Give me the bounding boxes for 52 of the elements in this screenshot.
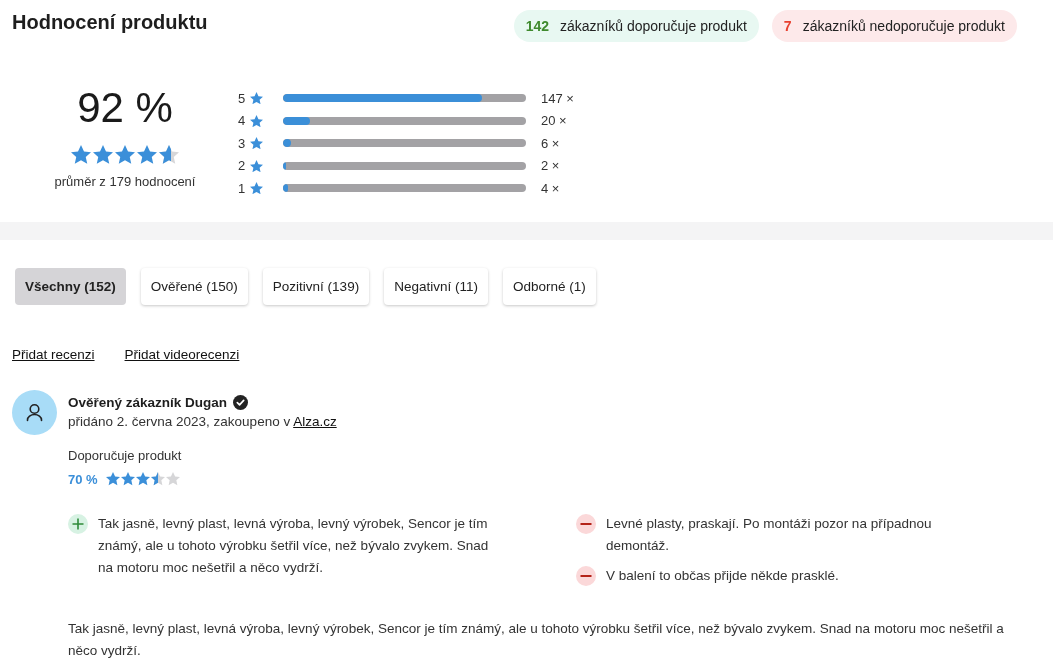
star-icon [250,159,263,172]
star-icon [250,137,263,150]
star-count-label: 2 [238,158,247,174]
pro-text: Tak jasně, levný plast, levná výroba, levný výrobek, Sencor je tím známý, ale u tohoto výrobku šetřil více, než bývalo zvykem. Snad na motoru moc nešetřil a něco vydrží. [98,515,490,577]
star-icon [150,472,165,486]
plus-icon [68,514,88,534]
star-icon [135,472,150,486]
star-icon [71,145,91,164]
pill-label: zákazníků doporučuje produkt [560,18,747,34]
add-video-review-link[interactable]: Přidat videorecenzi [124,346,240,364]
star-count-label: 4 [238,113,247,129]
star-icon [120,472,135,486]
rating-caption: průměr z 179 hodnocení [54,172,196,191]
pill-label: zákazníků nedoporučuje produkt [802,18,1005,34]
customer-count: 7 [783,18,792,34]
star-icon [159,145,179,164]
con-text: V balení to občas přijde někde prasklé. [606,567,840,585]
star-icon [137,145,157,164]
con-text: Levné plasty, praskají. Po montáži pozor na případnou demontáž. [606,515,933,555]
rating-count: 20 × [541,113,567,129]
rating-count: 6 × [541,135,560,151]
filter-tab[interactable]: Pozitivní (139) [262,268,370,305]
minus-icon [576,566,596,586]
rating-count: 2 × [541,158,560,174]
average-score: 92 % [77,86,173,130]
star-icon [115,145,135,164]
filter-tab[interactable]: Odborné (1) [502,268,596,305]
star-icon [250,182,263,195]
star-count-label: 1 [238,180,247,196]
star-icon [250,92,263,105]
section-title: Hodnocení produktu [12,10,208,34]
review-score: 70 % [68,471,98,487]
filter-tab[interactable]: Všechny (152) [15,268,126,305]
review-meta: přidáno 2. června 2023, zakoupeno v Alza.cz [68,413,337,431]
star-count-label: 3 [238,135,247,151]
star-icon [250,114,263,127]
star-icon [93,145,113,164]
add-review-link[interactable]: Přidat recenzi [12,346,95,364]
star-count-label: 5 [238,90,247,106]
reviewer-name: Ověřený zákazník Dugan [68,394,228,410]
filter-tab[interactable]: Negativní (11) [384,268,488,305]
rating-count: 4 × [541,180,560,196]
star-icon [165,472,180,486]
review-text: Tak jasně, levný plast, levná výroba, levný výrobek, Sencor je tím známý, ale u tohoto výrobku šetřil více, než bývalo zvykem. Snad na motoru moc nešetřil a něco vydrží. [68,620,1005,660]
customer-count: 142 [525,18,550,34]
shop-link[interactable]: Alza.cz [293,414,337,429]
star-icon [105,472,120,486]
rating-count: 147 × [541,90,574,106]
filter-tab[interactable]: Ověřené (150) [140,268,248,305]
recommendation-label: Doporučuje produkt [68,447,182,465]
avatar-icon [12,390,57,435]
minus-icon [576,514,596,534]
